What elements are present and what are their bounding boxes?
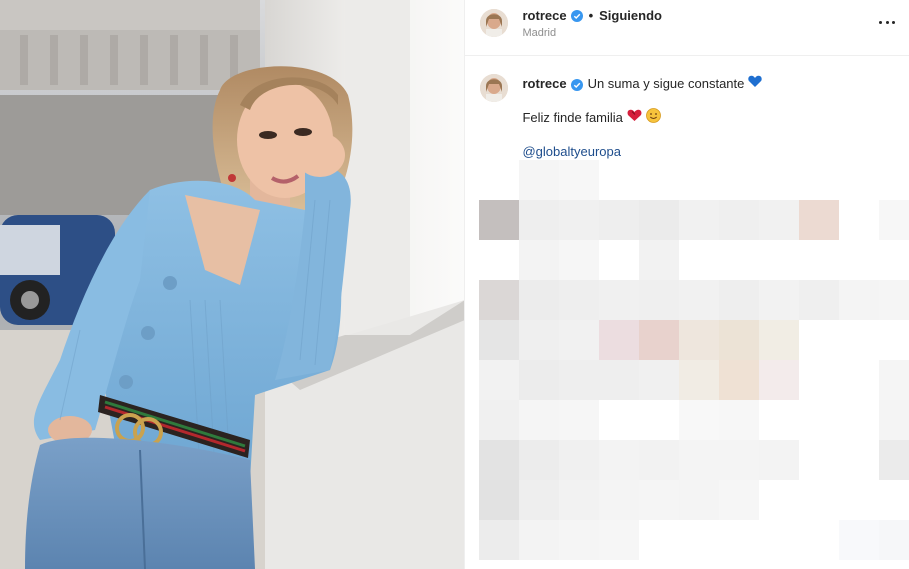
caption-text-line1: Un suma y sigue constante (587, 76, 745, 91)
avatar[interactable] (480, 9, 509, 37)
post-header: rotrece • Siguiendo Madrid (465, 0, 909, 56)
more-options-icon[interactable] (879, 14, 895, 30)
smiling-face-emoji (646, 108, 661, 127)
avatar-image (480, 9, 509, 37)
caption-username[interactable]: rotrece (522, 75, 566, 92)
verified-badge-icon (570, 78, 583, 91)
pixelated-comments-area (479, 160, 909, 560)
post-modal: rotrece • Siguiendo Madrid rotrece Un su… (0, 0, 909, 569)
caption-text-line2: Feliz finde familia (522, 110, 623, 125)
post-sidebar: rotrece • Siguiendo Madrid rotrece Un su… (464, 0, 909, 569)
avatar-image (480, 74, 509, 102)
mention-link[interactable]: @globaltyeuropa (522, 143, 899, 160)
location-link[interactable]: Madrid (522, 27, 661, 39)
caption-avatar[interactable] (480, 74, 509, 102)
post-photo[interactable] (0, 0, 465, 569)
separator-dot: • (588, 8, 594, 23)
blue-heart-emoji (748, 75, 763, 92)
follow-status-button[interactable]: Siguiendo (599, 8, 662, 23)
header-username[interactable]: rotrece (522, 8, 566, 23)
verified-badge-icon (570, 9, 583, 22)
post-caption: rotrece Un suma y sigue constante Feliz … (480, 72, 899, 160)
red-heart-emoji (627, 109, 642, 126)
post-image (0, 0, 465, 569)
